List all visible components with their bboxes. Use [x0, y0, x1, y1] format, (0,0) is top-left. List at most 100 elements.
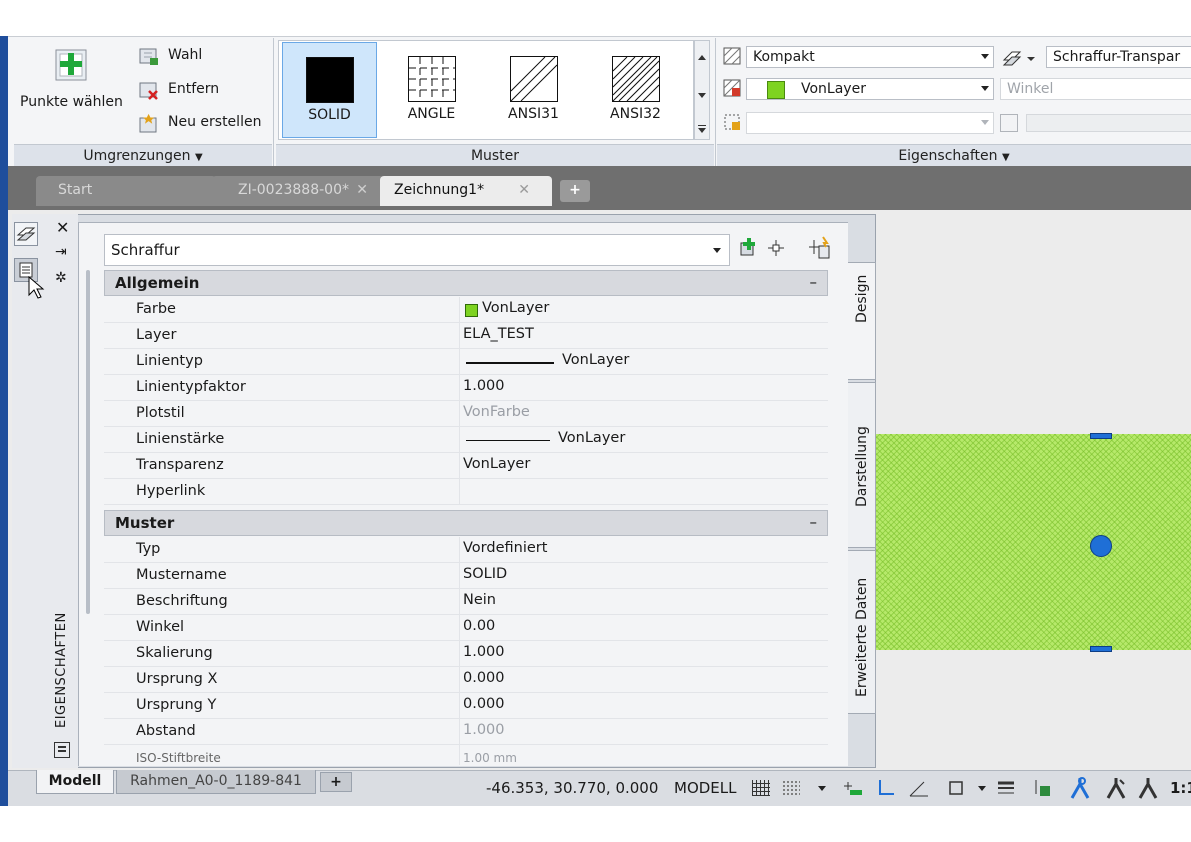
pick-points-label[interactable]: Punkte wählen	[20, 94, 123, 110]
transparency-toggle-icon[interactable]	[1032, 778, 1054, 798]
expand-gallery-icon[interactable]	[698, 125, 706, 126]
tab-layout-rahmen[interactable]: Rahmen_A0-0_1189-841	[116, 770, 316, 794]
property-row[interactable]: Farbe VonLayer	[104, 297, 828, 323]
new-tab-button[interactable]: +	[560, 180, 590, 202]
hatch-type-select[interactable]: Kompakt	[746, 46, 994, 68]
lineweight-sample	[466, 440, 550, 441]
hatch-object[interactable]	[874, 434, 1191, 650]
collapse-icon[interactable]: –	[810, 273, 818, 291]
chevron-down-icon	[713, 248, 721, 253]
close-icon[interactable]: ✕	[356, 176, 368, 204]
hatch-grip-center[interactable]	[1090, 535, 1112, 557]
tab-model[interactable]: Modell	[36, 770, 114, 794]
transparency-input[interactable]: Schraffur-Transpar	[1046, 46, 1191, 68]
ansi32-pattern-icon	[611, 56, 660, 102]
snap-icon[interactable]	[782, 780, 800, 796]
property-name: Linientyp	[136, 353, 203, 369]
tab-zeichnung1[interactable]: Zeichnung1* ✕	[380, 176, 552, 206]
autohide-icon[interactable]: ⇥	[55, 244, 67, 260]
property-row[interactable]: Ursprung Y 0.000	[104, 693, 828, 719]
pattern-ansi32[interactable]: ANSI32	[588, 42, 683, 138]
hatch-grip-bottom[interactable]	[1090, 646, 1112, 652]
scale-spinner-icon[interactable]	[1000, 114, 1018, 132]
property-row[interactable]: Beschriftung Nein	[104, 589, 828, 615]
tab-erweiterte-daten[interactable]: Erweiterte Daten	[848, 550, 876, 714]
properties-panel-title[interactable]: Eigenschaften ▼	[717, 144, 1191, 166]
scroll-up-icon[interactable]	[698, 55, 706, 60]
annotation-scale-value[interactable]: 1:1	[1170, 779, 1191, 797]
pattern-gallery-scroll[interactable]	[694, 40, 710, 140]
property-row[interactable]: Linientypfaktor 1.000	[104, 375, 828, 401]
property-row[interactable]: Mustername SOLID	[104, 563, 828, 589]
recreate-boundary-button[interactable]: Neu erstellen	[138, 113, 270, 135]
scale-input[interactable]	[1026, 114, 1191, 132]
close-palette-icon[interactable]: ✕	[56, 218, 69, 237]
object-type-select[interactable]: Schraffur	[104, 234, 730, 266]
boundaries-panel-title[interactable]: Umgrenzungen ▼	[14, 144, 272, 166]
polar-tracking-icon[interactable]	[908, 778, 930, 798]
property-row[interactable]: Ursprung X 0.000	[104, 667, 828, 693]
annotation-visibility-icon[interactable]	[1068, 776, 1092, 800]
layers-icon	[16, 227, 36, 241]
background-color-select[interactable]	[746, 112, 994, 134]
section-header-general[interactable]: Allgemein –	[104, 270, 828, 296]
infer-constraints-icon[interactable]	[842, 778, 864, 798]
tab-darstellung[interactable]: Darstellung	[848, 382, 876, 548]
panel-divider	[273, 38, 274, 166]
ortho-icon[interactable]	[876, 778, 896, 798]
property-row[interactable]: Layer ELA_TEST	[104, 323, 828, 349]
chevron-down-icon[interactable]	[978, 786, 986, 791]
property-value: 0.000	[463, 670, 505, 686]
pattern-panel-title: Muster	[276, 144, 714, 166]
property-name: Plotstil	[136, 405, 185, 421]
pattern-angle[interactable]: ANGLE	[384, 42, 479, 138]
property-row[interactable]: Skalierung 1.000	[104, 641, 828, 667]
tab-design[interactable]: Design	[848, 262, 876, 380]
gear-icon[interactable]: ✲	[55, 270, 67, 286]
layer-properties-icon[interactable]	[14, 222, 38, 246]
toggle-pickadd-icon[interactable]	[738, 236, 760, 258]
hatch-grip-top[interactable]	[1090, 433, 1112, 439]
palette-vertical-title: EIGENSCHAFTEN	[48, 600, 76, 734]
tab-file-zi[interactable]: ZI-0023888-00* ✕	[212, 176, 384, 206]
property-name: Winkel	[136, 619, 185, 635]
annotation-scale-icon[interactable]	[1136, 776, 1160, 800]
property-row[interactable]: Winkel 0.00	[104, 615, 828, 641]
chevron-down-icon[interactable]	[818, 786, 826, 791]
angle-input[interactable]: Winkel	[1000, 78, 1191, 100]
remove-icon	[139, 82, 158, 100]
pattern-label: ANSI31	[508, 106, 559, 122]
pick-points-button[interactable]	[52, 44, 92, 84]
hatch-type-value: Kompakt	[753, 49, 815, 65]
tab-label: ZI-0023888-00*	[238, 182, 349, 198]
panel-divider	[715, 38, 716, 166]
close-icon[interactable]: ✕	[518, 176, 530, 204]
new-layout-button[interactable]: +	[320, 772, 352, 792]
collapse-icon[interactable]: –	[810, 513, 818, 531]
palette-scrollbar[interactable]	[86, 270, 90, 614]
quick-select-icon[interactable]	[808, 236, 832, 260]
tab-label: Start	[58, 182, 93, 198]
select-objects-icon[interactable]	[766, 238, 786, 258]
transparency-icon[interactable]	[1002, 48, 1042, 68]
auto-scale-icon[interactable]	[1104, 776, 1128, 800]
property-row[interactable]: Linienstärke VonLayer	[104, 427, 828, 453]
property-row[interactable]: Linientyp VonLayer	[104, 349, 828, 375]
hatch-color-select[interactable]: VonLayer	[746, 78, 994, 100]
property-row[interactable]: Typ Vordefiniert	[104, 537, 828, 563]
section-header-pattern[interactable]: Muster –	[104, 510, 828, 536]
pattern-solid[interactable]: SOLID	[282, 42, 377, 138]
model-space-toggle[interactable]: MODELL	[674, 779, 737, 797]
object-snap-icon[interactable]	[946, 778, 968, 798]
grid-icon[interactable]	[752, 780, 770, 796]
select-boundary-button[interactable]: Wahl	[138, 46, 268, 68]
property-row[interactable]: Transparenz VonLayer	[104, 453, 828, 479]
chevron-down-icon	[981, 86, 989, 91]
pattern-ansi31[interactable]: ANSI31	[486, 42, 581, 138]
tab-start[interactable]: Start	[36, 176, 216, 206]
lineweight-icon[interactable]	[996, 778, 1018, 798]
remove-boundary-button[interactable]: Entfern	[138, 80, 268, 102]
property-row[interactable]: Hyperlink	[104, 479, 828, 505]
coordinates-readout[interactable]: -46.353, 30.770, 0.000	[486, 779, 658, 797]
scroll-down-icon[interactable]	[698, 93, 706, 98]
